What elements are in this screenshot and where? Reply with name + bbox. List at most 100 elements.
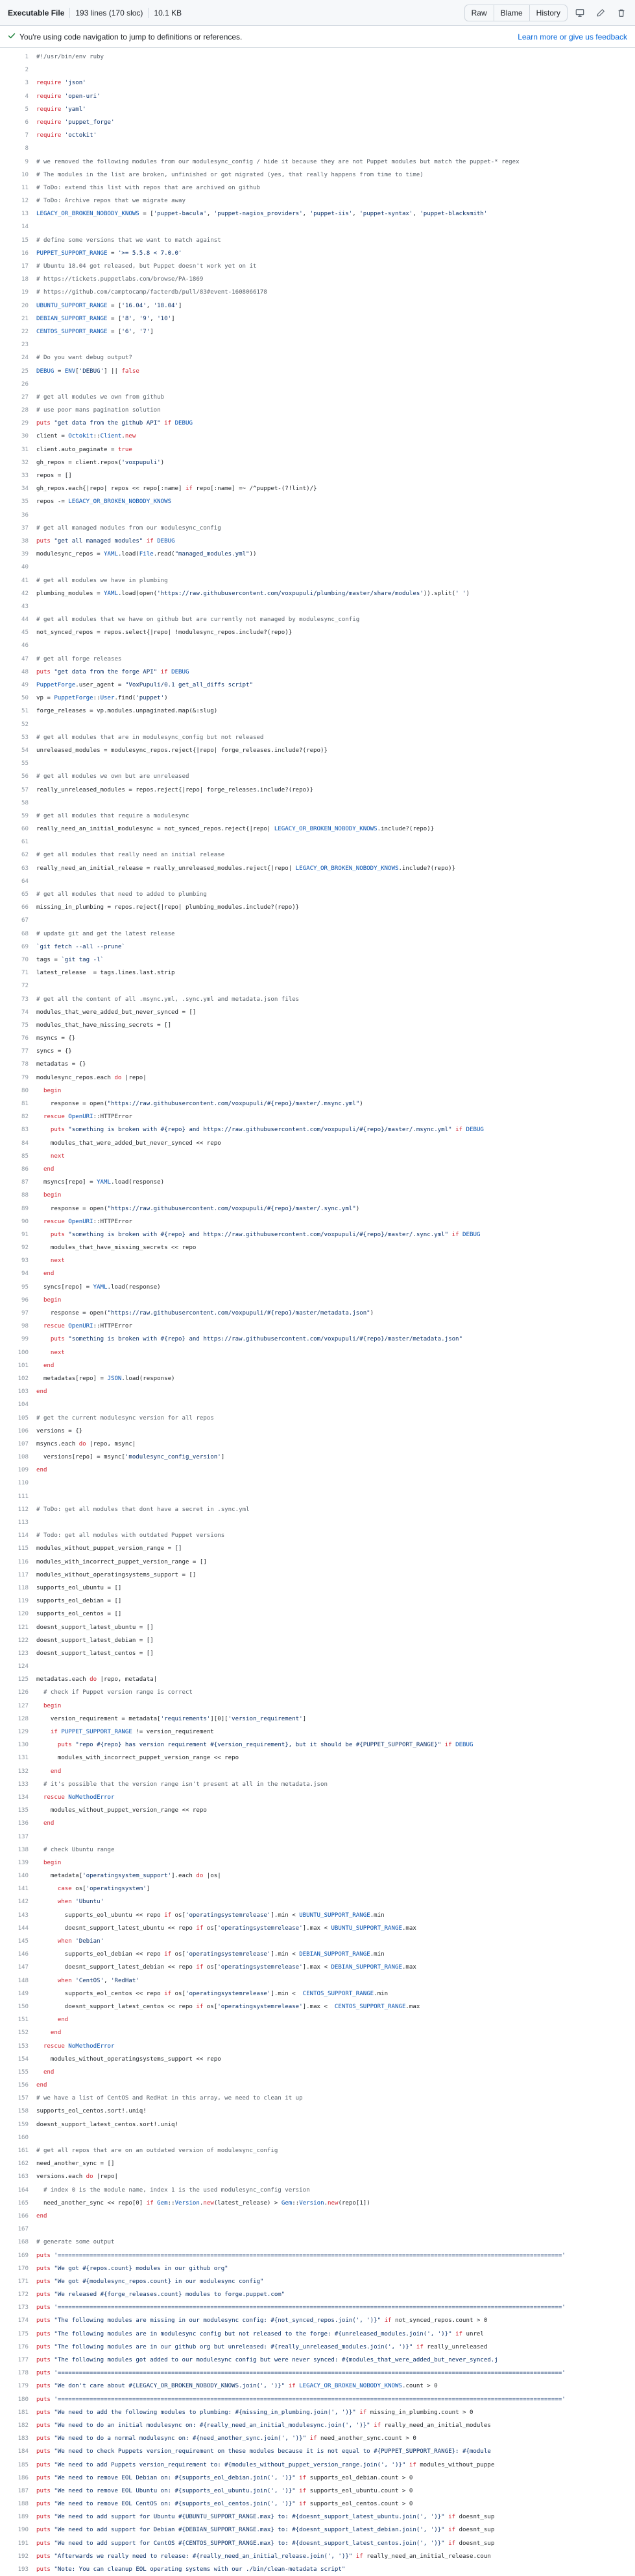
trash-icon[interactable] xyxy=(613,5,630,21)
line-number[interactable]: 44 xyxy=(0,613,36,626)
line-number[interactable]: 101 xyxy=(0,1359,36,1372)
line-number[interactable]: 49 xyxy=(0,679,36,692)
line-number[interactable]: 27 xyxy=(0,391,36,404)
line-number[interactable]: 126 xyxy=(0,1686,36,1699)
line-number[interactable]: 98 xyxy=(0,1320,36,1333)
line-number[interactable]: 31 xyxy=(0,443,36,456)
line-number[interactable]: 91 xyxy=(0,1228,36,1241)
line-number[interactable]: 13 xyxy=(0,207,36,220)
line-number[interactable]: 143 xyxy=(0,1909,36,1922)
line-number[interactable]: 7 xyxy=(0,129,36,142)
blame-button[interactable]: Blame xyxy=(493,4,530,21)
line-number[interactable]: 169 xyxy=(0,2249,36,2262)
line-number[interactable]: 162 xyxy=(0,2157,36,2170)
line-number[interactable]: 37 xyxy=(0,522,36,535)
line-number[interactable]: 88 xyxy=(0,1189,36,1202)
line-number[interactable]: 53 xyxy=(0,731,36,744)
line-number[interactable]: 68 xyxy=(0,928,36,941)
line-number[interactable]: 153 xyxy=(0,2040,36,2053)
line-number[interactable]: 97 xyxy=(0,1307,36,1320)
line-number[interactable]: 178 xyxy=(0,2367,36,2380)
line-number[interactable]: 131 xyxy=(0,1751,36,1764)
line-number[interactable]: 137 xyxy=(0,1831,36,1844)
line-number[interactable]: 181 xyxy=(0,2406,36,2419)
line-number[interactable]: 87 xyxy=(0,1176,36,1189)
line-number[interactable]: 142 xyxy=(0,1895,36,1908)
line-number[interactable]: 66 xyxy=(0,901,36,914)
line-number[interactable]: 19 xyxy=(0,286,36,299)
line-number[interactable]: 69 xyxy=(0,941,36,954)
line-number[interactable]: 10 xyxy=(0,169,36,181)
line-number[interactable]: 119 xyxy=(0,1595,36,1608)
line-number[interactable]: 34 xyxy=(0,482,36,495)
line-number[interactable]: 149 xyxy=(0,1987,36,2000)
line-number[interactable]: 84 xyxy=(0,1137,36,1150)
line-number[interactable]: 187 xyxy=(0,2485,36,2498)
line-number[interactable]: 192 xyxy=(0,2550,36,2563)
line-number[interactable]: 125 xyxy=(0,1673,36,1686)
line-number[interactable]: 114 xyxy=(0,1529,36,1542)
line-number[interactable]: 104 xyxy=(0,1398,36,1411)
line-number[interactable]: 122 xyxy=(0,1634,36,1647)
line-number[interactable]: 79 xyxy=(0,1071,36,1084)
line-number[interactable]: 75 xyxy=(0,1019,36,1032)
line-number[interactable]: 146 xyxy=(0,1948,36,1961)
line-number[interactable]: 62 xyxy=(0,849,36,861)
line-number[interactable]: 42 xyxy=(0,587,36,600)
line-number[interactable]: 191 xyxy=(0,2537,36,2550)
line-number[interactable]: 120 xyxy=(0,1608,36,1621)
pencil-icon[interactable] xyxy=(592,5,609,21)
line-number[interactable]: 170 xyxy=(0,2262,36,2275)
line-number[interactable]: 22 xyxy=(0,325,36,338)
line-number[interactable]: 147 xyxy=(0,1961,36,1974)
line-number[interactable]: 168 xyxy=(0,2236,36,2249)
line-number[interactable]: 80 xyxy=(0,1084,36,1097)
line-number[interactable]: 110 xyxy=(0,1477,36,1490)
line-number[interactable]: 52 xyxy=(0,718,36,731)
line-number[interactable]: 39 xyxy=(0,548,36,561)
line-number[interactable]: 43 xyxy=(0,600,36,613)
line-number[interactable]: 103 xyxy=(0,1385,36,1398)
line-number[interactable]: 29 xyxy=(0,417,36,430)
line-number[interactable]: 95 xyxy=(0,1281,36,1294)
line-number[interactable]: 140 xyxy=(0,1869,36,1882)
line-number[interactable]: 124 xyxy=(0,1660,36,1673)
line-number[interactable]: 115 xyxy=(0,1542,36,1555)
line-number[interactable]: 86 xyxy=(0,1163,36,1176)
line-number[interactable]: 160 xyxy=(0,2131,36,2144)
line-number[interactable]: 173 xyxy=(0,2301,36,2314)
line-number[interactable]: 189 xyxy=(0,2511,36,2523)
line-number[interactable]: 172 xyxy=(0,2288,36,2301)
line-number[interactable]: 21 xyxy=(0,312,36,325)
line-number[interactable]: 138 xyxy=(0,1844,36,1856)
line-number[interactable]: 85 xyxy=(0,1150,36,1163)
line-number[interactable]: 148 xyxy=(0,1974,36,1987)
line-number[interactable]: 74 xyxy=(0,1006,36,1019)
line-number[interactable]: 35 xyxy=(0,495,36,508)
line-number[interactable]: 55 xyxy=(0,757,36,770)
line-number[interactable]: 176 xyxy=(0,2341,36,2354)
line-number[interactable]: 78 xyxy=(0,1058,36,1071)
line-number[interactable]: 58 xyxy=(0,797,36,810)
line-number[interactable]: 116 xyxy=(0,1556,36,1569)
line-number[interactable]: 128 xyxy=(0,1713,36,1726)
line-number[interactable]: 26 xyxy=(0,378,36,391)
line-number[interactable]: 113 xyxy=(0,1516,36,1529)
line-number[interactable]: 2 xyxy=(0,64,36,76)
line-number[interactable]: 40 xyxy=(0,561,36,574)
line-number[interactable]: 23 xyxy=(0,338,36,351)
line-number[interactable]: 73 xyxy=(0,993,36,1006)
line-number[interactable]: 157 xyxy=(0,2092,36,2105)
line-number[interactable]: 24 xyxy=(0,351,36,364)
line-number[interactable]: 6 xyxy=(0,116,36,129)
line-number[interactable]: 50 xyxy=(0,692,36,705)
line-number[interactable]: 45 xyxy=(0,626,36,639)
line-number[interactable]: 30 xyxy=(0,430,36,443)
line-number[interactable]: 184 xyxy=(0,2445,36,2458)
line-number[interactable]: 159 xyxy=(0,2118,36,2131)
line-number[interactable]: 129 xyxy=(0,1726,36,1739)
line-number[interactable]: 151 xyxy=(0,2013,36,2026)
line-number[interactable]: 158 xyxy=(0,2105,36,2118)
line-number[interactable]: 67 xyxy=(0,914,36,927)
line-number[interactable]: 64 xyxy=(0,875,36,888)
